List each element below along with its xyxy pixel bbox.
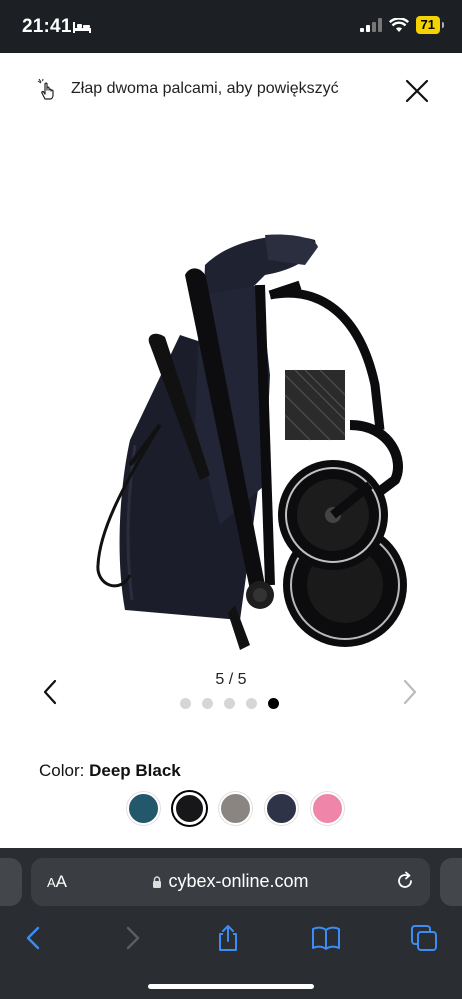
url-display[interactable]: cybex-online.com (31, 871, 430, 892)
product-image-folded-stroller (96, 234, 407, 650)
lock-icon (153, 876, 162, 888)
carousel-dot[interactable] (180, 698, 191, 709)
carousel-dot[interactable] (202, 698, 213, 709)
browser-address-area: AA cybex-online.com (0, 848, 462, 910)
carousel-dot[interactable] (224, 698, 235, 709)
page-counter: 5 / 5 (215, 671, 247, 688)
status-time: 21:41 (22, 16, 72, 37)
swatch-navy[interactable] (265, 792, 298, 825)
previous-tab-peek[interactable] (0, 858, 22, 906)
swatch-grey[interactable] (219, 792, 252, 825)
reload-icon[interactable] (394, 870, 416, 892)
status-indicators: 71 (359, 16, 445, 34)
address-bar[interactable]: AA cybex-online.com (31, 858, 430, 906)
zoom-hint-text: Złap dwoma palcami, aby powiększyć (71, 80, 339, 97)
close-icon[interactable] (404, 78, 430, 104)
carousel-dot-active[interactable] (268, 698, 279, 709)
swatch-pink[interactable] (311, 792, 344, 825)
next-image-button[interactable] (400, 678, 420, 706)
carousel-dots (180, 698, 279, 709)
url-text: cybex-online.com (168, 871, 309, 891)
carousel-dot[interactable] (246, 698, 257, 709)
cellular-signal-icon (359, 18, 382, 32)
next-tab-peek[interactable] (440, 858, 462, 906)
wifi-icon (388, 17, 409, 32)
status-bar: 21:41 71 (0, 0, 462, 53)
pinch-hand-icon (37, 78, 54, 100)
battery-indicator: 71 (415, 16, 445, 34)
back-icon[interactable] (20, 924, 48, 952)
color-swatches (127, 792, 344, 825)
color-label: Color: Deep Black (39, 761, 181, 781)
screen: 21:41 71 Złap dwoma palcami, aby powięks… (0, 0, 462, 999)
swatch-deep-black[interactable] (173, 792, 206, 825)
tabs-icon[interactable] (410, 924, 438, 952)
bookmarks-icon[interactable] (311, 924, 341, 952)
selected-color-name: Deep Black (89, 761, 181, 780)
browser-toolbar (0, 910, 462, 999)
home-indicator (148, 984, 314, 989)
swatch-teal[interactable] (127, 792, 160, 825)
sleep-focus-icon (73, 22, 91, 33)
forward-icon[interactable] (118, 924, 146, 952)
color-label-prefix: Color: (39, 761, 85, 780)
share-icon[interactable] (214, 924, 242, 952)
